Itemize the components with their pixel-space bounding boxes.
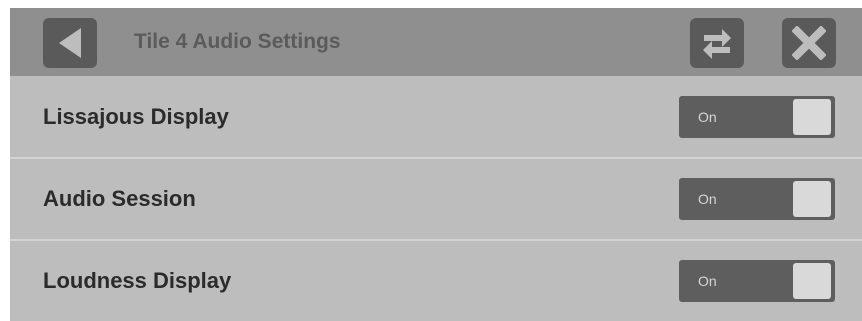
toggle-state-text: On [698,273,717,289]
loudness-toggle[interactable]: On [679,260,835,302]
page-title: Tile 4 Audio Settings [134,30,341,53]
settings-panel: Tile 4 Audio Settings Lissajous Display … [10,8,862,321]
setting-row-lissajous: Lissajous Display On [10,77,862,157]
setting-label: Audio Session [43,186,196,211]
toggle-state-text: On [698,191,717,207]
toggle-state-text: On [698,109,717,125]
lissajous-toggle[interactable]: On [679,96,835,138]
toggle-knob [793,181,831,217]
back-button[interactable] [43,18,97,68]
swap-button[interactable] [690,18,744,68]
toggle-knob [793,263,831,299]
setting-row-loudness: Loudness Display On [10,241,862,321]
swap-arrows-icon [700,25,734,61]
setting-row-audio-session: Audio Session On [10,159,862,239]
back-arrow-icon [55,26,85,60]
header-bar: Tile 4 Audio Settings [10,8,862,76]
close-button[interactable] [782,18,836,68]
setting-label: Lissajous Display [43,104,229,129]
close-x-icon [792,26,826,60]
toggle-knob [793,99,831,135]
audio-session-toggle[interactable]: On [679,178,835,220]
setting-label: Loudness Display [43,268,232,293]
